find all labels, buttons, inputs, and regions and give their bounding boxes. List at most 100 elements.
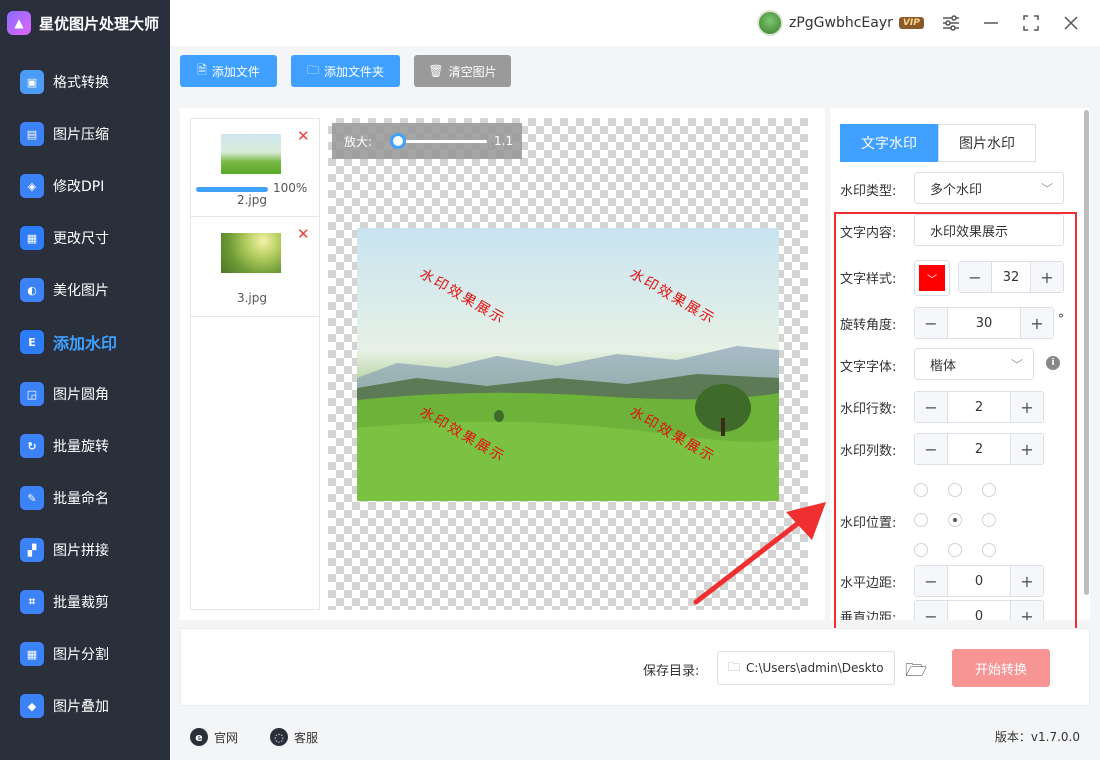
decrease-button[interactable]: − [959, 262, 991, 292]
website-label: 官网 [214, 730, 239, 745]
decrease-button[interactable]: − [915, 434, 947, 464]
vertical-margin-label: 垂直边距: [840, 611, 897, 620]
increase-button[interactable]: + [1011, 601, 1043, 620]
start-convert-button[interactable]: 开始转换 [952, 649, 1050, 687]
beautify-icon: ◐ [20, 278, 44, 302]
sidebar-item-7[interactable]: ◲ 图片圆角 [0, 368, 170, 420]
add-folder-label: 添加文件夹 [324, 64, 385, 79]
sidebar-item-9[interactable]: ✎ 批量命名 [0, 472, 170, 524]
font-family-select[interactable]: 楷体 ﹀ [914, 348, 1034, 380]
position-radio[interactable] [982, 483, 996, 497]
scrollbar-thumb[interactable] [1084, 110, 1089, 595]
increase-button[interactable]: + [1011, 392, 1043, 422]
file-item[interactable]: ✕ 3.jpg [191, 217, 319, 317]
browse-folder-icon[interactable]: 🗁 [905, 658, 927, 688]
horizontal-margin-value[interactable]: 0 [947, 566, 1011, 596]
remove-file-icon[interactable]: ✕ [297, 225, 310, 243]
rotation-stepper[interactable]: − 30 + [914, 307, 1054, 339]
avatar[interactable] [757, 10, 783, 36]
color-picker[interactable]: ﹀ [914, 260, 950, 296]
sidebar-item-2[interactable]: ▤ 图片压缩 [0, 108, 170, 160]
sidebar-item-1[interactable]: ▣ 格式转换 [0, 56, 170, 108]
panel-scrollbar[interactable] [1082, 108, 1090, 620]
font-size-stepper[interactable]: − 32 + [958, 261, 1064, 293]
add-file-button[interactable]: 🗎 添加文件 [180, 55, 277, 87]
sidebar-item-10[interactable]: ▞ 图片拼接 [0, 524, 170, 576]
toolbar: 🗎 添加文件 🗀 添加文件夹 🗑 清空图片 [170, 46, 1100, 98]
increase-button[interactable]: + [1031, 262, 1063, 292]
sidebar-item-13[interactable]: ◆ 图片叠加 [0, 680, 170, 732]
cols-value[interactable]: 2 [947, 434, 1011, 464]
position-radio[interactable] [914, 543, 928, 557]
position-radio[interactable] [948, 483, 962, 497]
watermark-type-select[interactable]: 多个水印 ﹀ [914, 172, 1064, 204]
sidebar: ▲ 星优图片处理大师 ▣ 格式转换 ▤ 图片压缩 ◈ 修改DPI ▦ 更改尺寸 ◐ 美化图片 E 添加… [0, 0, 170, 760]
position-radio[interactable] [914, 513, 928, 527]
customer-service-link[interactable]: ◌ 客服 [270, 728, 318, 746]
split-icon: ▦ [20, 642, 44, 666]
save-directory-label: 保存目录: [643, 664, 700, 679]
save-directory-input[interactable]: 🗀 C:\Users\admin\Deskto [717, 651, 895, 685]
file-item[interactable]: ✕ 100% 2.jpg [191, 119, 319, 217]
resize-icon: ▦ [20, 226, 44, 250]
sidebar-item-12[interactable]: ▦ 图片分割 [0, 628, 170, 680]
text-content-input[interactable]: 水印效果展示 [914, 214, 1064, 246]
chevron-down-icon: ﹀ [1040, 181, 1053, 196]
sidebar-item-4[interactable]: ▦ 更改尺寸 [0, 212, 170, 264]
user-info[interactable]: zPgGwbhcEayr VIP [757, 10, 924, 36]
settings-icon[interactable] [940, 12, 962, 34]
add-folder-button[interactable]: 🗀 添加文件夹 [291, 55, 400, 87]
zoom-slider-handle[interactable] [390, 133, 406, 149]
rows-value[interactable]: 2 [947, 392, 1011, 422]
horizontal-margin-stepper[interactable]: − 0 + [914, 565, 1044, 597]
clear-images-button[interactable]: 🗑 清空图片 [414, 55, 511, 87]
rows-stepper[interactable]: − 2 + [914, 391, 1044, 423]
sidebar-item-5[interactable]: ◐ 美化图片 [0, 264, 170, 316]
round-corner-icon: ◲ [20, 382, 44, 406]
position-radio[interactable] [948, 513, 962, 527]
decrease-button[interactable]: − [915, 308, 947, 338]
tab-image-watermark[interactable]: 图片水印 [938, 124, 1036, 162]
tab-text-watermark[interactable]: 文字水印 [840, 124, 938, 162]
position-radio[interactable] [914, 483, 928, 497]
sidebar-item-3[interactable]: ◈ 修改DPI [0, 160, 170, 212]
website-link[interactable]: e 官网 [190, 728, 238, 746]
increase-button[interactable]: + [1021, 308, 1053, 338]
file-thumbnail [221, 134, 281, 174]
position-radio[interactable] [948, 543, 962, 557]
file-thumbnail [221, 233, 281, 273]
info-icon[interactable]: i [1046, 356, 1060, 370]
settings-panel: 文字水印 图片水印 水印类型: 多个水印 ﹀ 文字内容: 水印效果展示 文字样式… [830, 108, 1090, 620]
sidebar-item-8[interactable]: ↻ 批量旋转 [0, 420, 170, 472]
position-radio[interactable] [982, 543, 996, 557]
decrease-button[interactable]: − [915, 601, 947, 620]
preview-canvas: 放大: 1.1 水印效果展示 水印效果展示 水印效果展示 水印效果展示 [328, 118, 808, 610]
close-icon[interactable] [1060, 12, 1082, 34]
cols-stepper[interactable]: − 2 + [914, 433, 1044, 465]
file-icon: 🗎 [197, 62, 207, 77]
file-name: 3.jpg [236, 291, 268, 305]
sidebar-item-6[interactable]: E 添加水印 [0, 316, 170, 368]
horizontal-margin-label: 水平边距: [840, 576, 897, 591]
username: zPgGwbhcEayr [789, 15, 893, 31]
zoom-slider-track[interactable] [392, 140, 487, 143]
sidebar-item-label: 添加水印 [53, 334, 118, 353]
increase-button[interactable]: + [1011, 434, 1043, 464]
layers-icon: ◆ [20, 694, 44, 718]
sidebar-item-11[interactable]: ⌗ 批量裁剪 [0, 576, 170, 628]
increase-button[interactable]: + [1011, 566, 1043, 596]
image-compress-icon: ▤ [20, 122, 44, 146]
decrease-button[interactable]: − [915, 566, 947, 596]
rotation-value[interactable]: 30 [947, 308, 1021, 338]
vertical-margin-value[interactable]: 0 [947, 601, 1011, 620]
minimize-icon[interactable] [980, 12, 1002, 34]
progress-bar [196, 187, 268, 192]
vertical-margin-stepper[interactable]: − 0 + [914, 600, 1044, 620]
position-radio[interactable] [982, 513, 996, 527]
maximize-icon[interactable] [1020, 12, 1042, 34]
puzzle-icon: ▞ [20, 538, 44, 562]
output-bar: 保存目录: 🗀 C:\Users\admin\Deskto 🗁 开始转换 [180, 628, 1090, 706]
remove-file-icon[interactable]: ✕ [297, 127, 310, 145]
decrease-button[interactable]: − [915, 392, 947, 422]
font-size-value[interactable]: 32 [991, 262, 1031, 292]
